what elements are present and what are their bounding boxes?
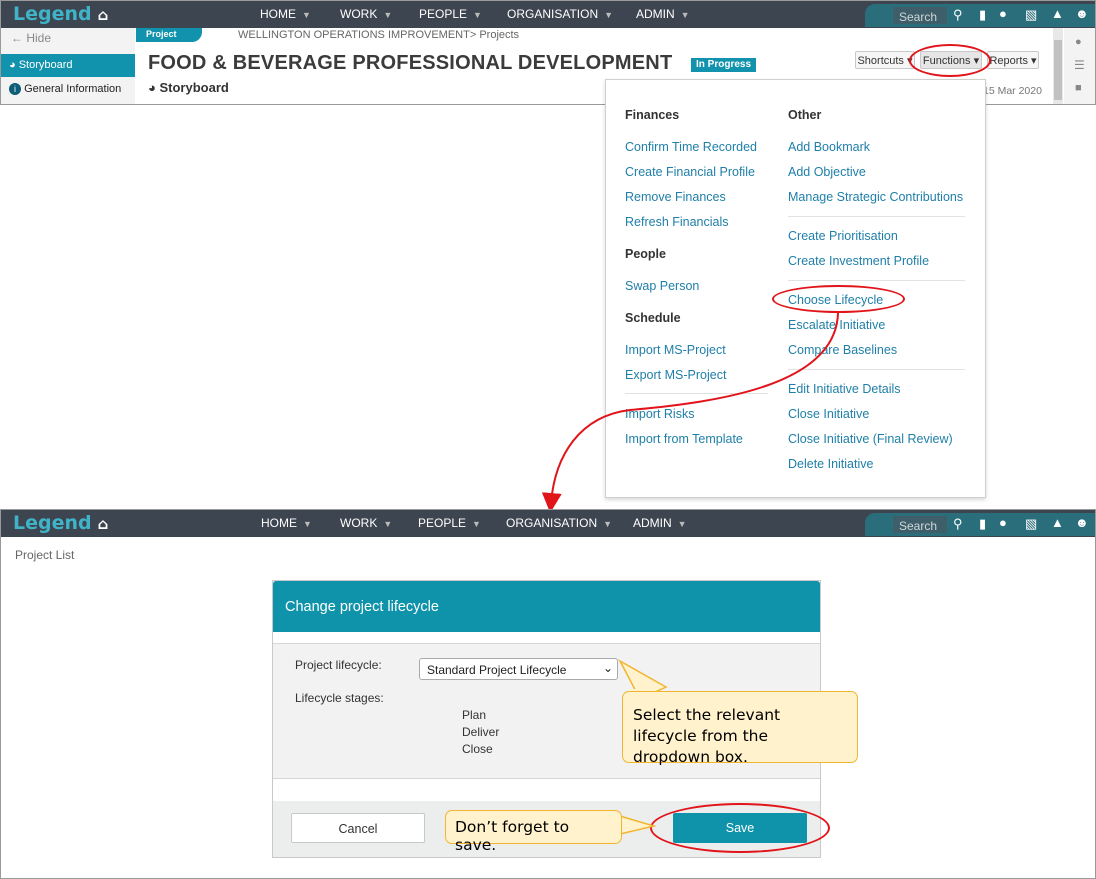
nav-organisation[interactable]: ORGANISATION ▼: [506, 516, 612, 530]
user-icon[interactable]: ☻: [1075, 515, 1089, 530]
stages-label: Lifecycle stages:: [295, 691, 384, 705]
caret-down-icon: ▼: [303, 519, 312, 529]
save-highlight: [650, 803, 830, 853]
search-area: Search ⚲ ▮ ● ▧ ▲ ☻: [865, 513, 1095, 536]
search-icon[interactable]: ⚲: [953, 516, 963, 532]
logo[interactable]: Legend ⌂: [13, 512, 108, 534]
modal-header: Change project lifecycle: [273, 581, 820, 632]
caret-down-icon: ▼: [383, 519, 393, 529]
caret-down-icon: ▼: [472, 519, 481, 529]
bell-icon[interactable]: ▲: [1051, 515, 1064, 530]
caret-down-icon: ▼: [677, 519, 687, 529]
callout-pointer: [618, 814, 657, 835]
top-nav-bar: Legend ⌂ HOME ▼ WORK ▼ PEOPLE ▼ ORGANISATION…: [1, 510, 1095, 537]
home-icon[interactable]: ⌂: [98, 515, 109, 533]
document-icon[interactable]: ▧: [1025, 516, 1037, 532]
callout-save: Don’t forget to save.: [445, 810, 622, 854]
bookmark-icon[interactable]: ▮: [979, 516, 986, 532]
lifecycle-select[interactable]: Standard Project Lifecycle ⌄: [419, 658, 618, 680]
nav-admin[interactable]: ADMIN ▼: [633, 516, 687, 530]
logo-text: Legend: [13, 512, 92, 534]
search-input[interactable]: Search: [893, 516, 947, 533]
caret-down-icon: ▼: [603, 519, 613, 529]
breadcrumb[interactable]: Project List: [15, 548, 74, 562]
nav-home[interactable]: HOME ▼: [261, 516, 312, 530]
lifecycle-select-value: Standard Project Lifecycle: [427, 663, 567, 677]
callout-dropdown: Select the relevant lifecycle from the d…: [622, 691, 858, 766]
nav-people[interactable]: PEOPLE ▼: [418, 516, 481, 530]
chat-icon[interactable]: ●: [999, 515, 1007, 530]
lifecycle-label: Project lifecycle:: [295, 658, 382, 672]
nav-work[interactable]: WORK ▼: [340, 516, 392, 530]
modal-spacer: [273, 632, 820, 644]
stage-item: Close: [462, 742, 493, 756]
stage-item: Plan: [462, 708, 487, 722]
modal-title: Change project lifecycle: [285, 599, 439, 615]
modal-divider: [273, 778, 820, 801]
stage-item: Deliver: [462, 725, 500, 739]
cancel-button[interactable]: Cancel: [291, 813, 425, 843]
